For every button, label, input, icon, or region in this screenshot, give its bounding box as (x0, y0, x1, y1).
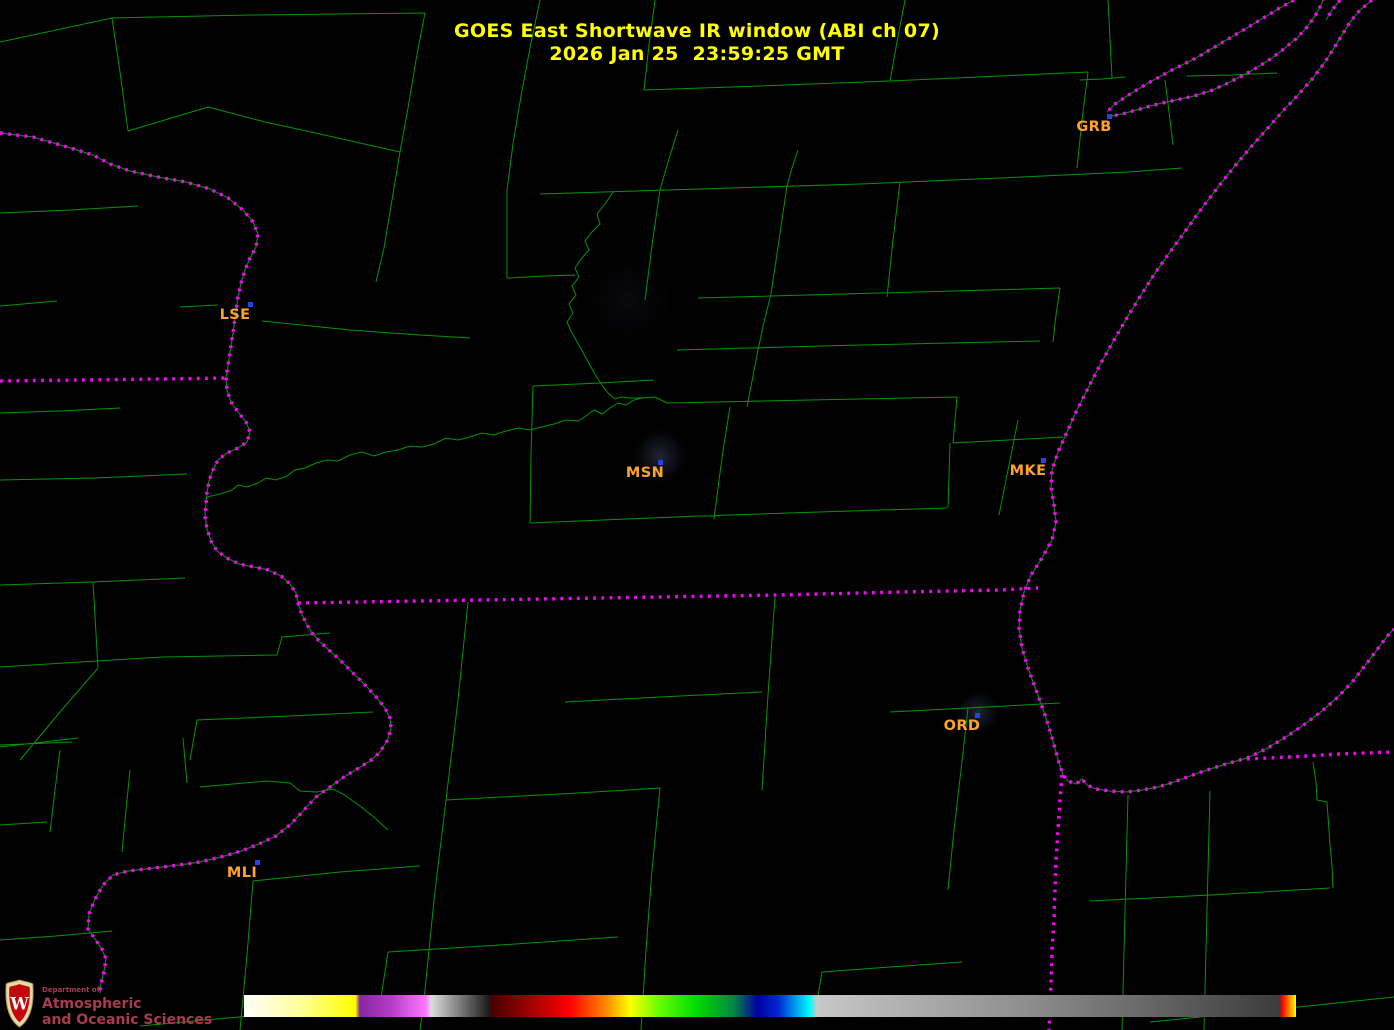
map-overlay-canvas (0, 0, 1394, 1030)
city-label: MSN (617, 465, 673, 481)
ir-cloud-haze (573, 245, 1002, 736)
image-title: GOES East Shortwave IR window (ABI ch 07… (0, 20, 1394, 66)
satellite-image-viewport: GOES East Shortwave IR window (ABI ch 07… (0, 0, 1394, 1030)
state-borders (0, 0, 1394, 1030)
uw-crest-icon: W (4, 979, 35, 1028)
temperature-colorbar (244, 995, 1296, 1017)
title-line-2: 2026 Jan 25 23:59:25 GMT (549, 43, 844, 65)
logo-department-line: Department of (42, 987, 212, 994)
city-label: MKE (1000, 463, 1056, 479)
logo-text-block: Department of Atmospheric and Oceanic Sc… (42, 979, 212, 1027)
county-boundaries (0, 0, 1394, 1030)
title-line-1: GOES East Shortwave IR window (ABI ch 07… (454, 20, 940, 42)
city-label: ORD (934, 718, 990, 734)
city-label: LSE (207, 307, 263, 323)
logo-name-line-2: and Oceanic Sciences (42, 1013, 212, 1027)
city-label: MLI (214, 865, 270, 881)
city-label: GRB (1066, 119, 1122, 135)
uw-aos-logo: W Department of Atmospheric and Oceanic … (4, 979, 212, 1028)
crest-monogram: W (9, 995, 29, 1014)
logo-name-line-1: Atmospheric (42, 997, 212, 1011)
